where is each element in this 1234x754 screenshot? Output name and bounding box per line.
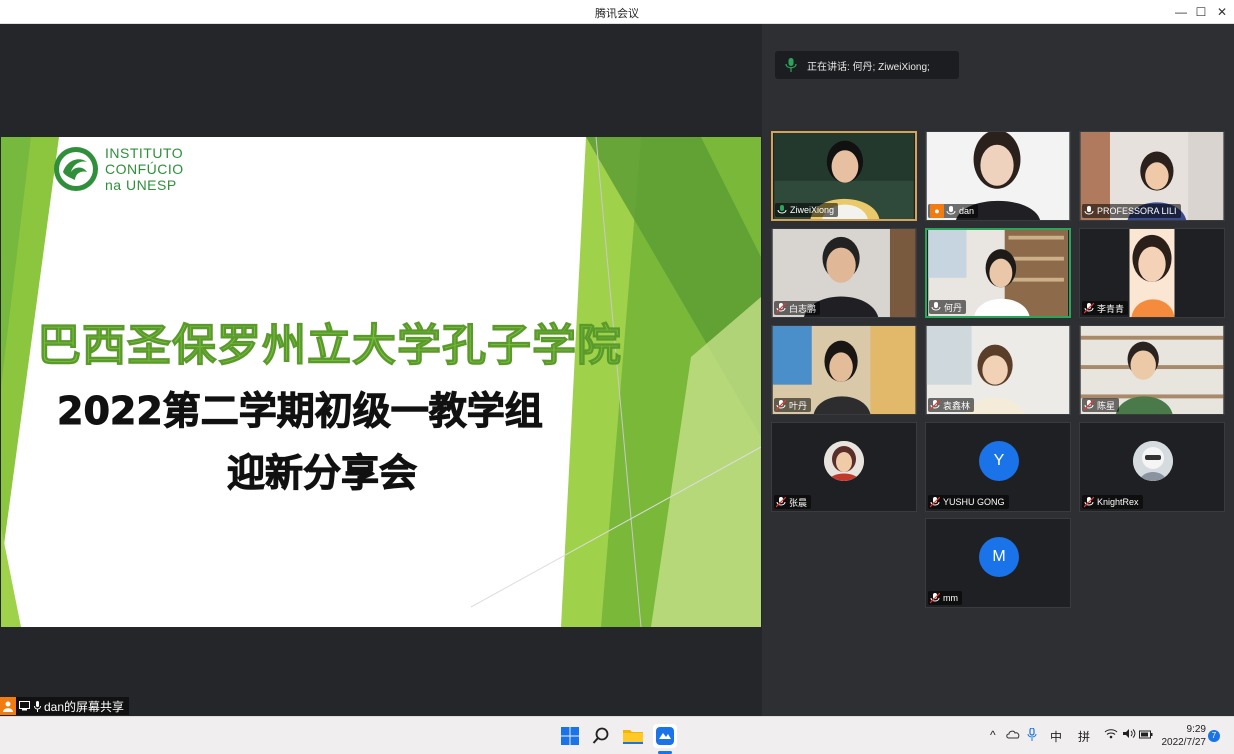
participant-name: YUSHU GONG (943, 497, 1005, 507)
participant-tile[interactable]: 何丹 (925, 228, 1071, 318)
mic-muted-icon (1084, 496, 1094, 507)
mic-muted-icon (776, 302, 786, 313)
tencent-meeting-icon[interactable] (653, 724, 677, 748)
participant-tile[interactable]: 叶丹 (771, 325, 917, 415)
meeting-window: 腾讯会议 — ☐ ✕ INSTITUTO CONFÚCIO na UNESP 巴… (0, 0, 1234, 716)
show-hidden-icons-icon[interactable]: ^ (990, 728, 996, 742)
screen-share-area[interactable]: INSTITUTO CONFÚCIO na UNESP 巴西圣保罗州立大学孔子学… (0, 24, 762, 716)
mic-active-icon (931, 301, 941, 310)
participant-tile[interactable]: 张晨 (771, 422, 917, 512)
clock-date: 2022/7/27 (1161, 737, 1207, 748)
slide-heading: 巴西圣保罗州立大学孔子学院 (37, 320, 622, 372)
taskbar: ^ 中 拼 9:29 2022/7/27 7 (0, 716, 1234, 754)
mic-muted-icon (776, 496, 786, 507)
ime-mode-indicator[interactable]: 拼 (1078, 728, 1090, 745)
search-icon[interactable] (589, 724, 613, 748)
participant-tile[interactable]: 李青青 (1079, 228, 1225, 318)
participant-name: PROFESSORA LILI (1097, 206, 1177, 216)
system-clock[interactable]: 9:29 2022/7/27 (1160, 723, 1207, 749)
speaking-indicator: 正在讲话: 何丹; ZiweiXiong; (775, 51, 959, 79)
file-explorer-icon[interactable] (621, 724, 645, 748)
participant-tile[interactable]: ZiweiXiong (771, 131, 917, 221)
participant-tile[interactable]: Y YUSHU GONG (925, 422, 1071, 512)
cloud-icon[interactable] (1006, 728, 1020, 742)
participant-tile[interactable]: ● dan (925, 131, 1071, 221)
participant-tile[interactable]: KnightRex (1079, 422, 1225, 512)
screen-share-owner: dan的屏幕共享 (44, 699, 125, 714)
slide-event-title: 迎新分享会 (226, 451, 418, 496)
participant-tile[interactable]: M mm (925, 518, 1071, 608)
avatar: M (979, 537, 1019, 577)
minimize-button[interactable]: — (1171, 3, 1191, 21)
mic-muted-icon (1084, 399, 1094, 410)
participant-name: KnightRex (1097, 497, 1139, 507)
battery-icon[interactable] (1139, 728, 1153, 742)
participant-name: 袁鑫林 (943, 400, 971, 411)
participant-name: 陈星 (1097, 400, 1116, 411)
slide-subheading: 2022第二学期初级一教学组 (57, 389, 544, 434)
mic-muted-icon (776, 399, 786, 410)
participant-name: 白志鹏 (789, 303, 817, 314)
participant-name: mm (943, 593, 958, 603)
notification-badge[interactable]: 7 (1208, 730, 1220, 742)
maximize-button[interactable]: ☐ (1191, 3, 1211, 21)
logo-line-3: na UNESP (105, 177, 177, 193)
speaking-mic-icon (785, 58, 797, 72)
participant-name: dan (959, 206, 975, 216)
participant-name: 叶丹 (789, 400, 808, 411)
screen-share-icon (16, 697, 32, 715)
participant-name: 李青青 (1097, 303, 1125, 314)
avatar (824, 441, 864, 481)
mic-active-icon (777, 204, 787, 213)
window-title: 腾讯会议 (595, 8, 639, 20)
participant-name: 何丹 (944, 302, 963, 313)
participant-tile[interactable]: PROFESSORA LILI (1079, 131, 1225, 221)
mic-muted-icon (930, 592, 940, 603)
ime-language-indicator[interactable]: 中 (1050, 728, 1062, 745)
shared-slide: INSTITUTO CONFÚCIO na UNESP 巴西圣保罗州立大学孔子学… (1, 137, 761, 627)
logo-line-2: CONFÚCIO (105, 161, 184, 177)
microphone-icon[interactable] (1027, 727, 1037, 744)
participant-tile[interactable]: 白志鹏 (771, 228, 917, 318)
participant-tile[interactable]: 陈星 (1079, 325, 1225, 415)
mic-muted-icon (1084, 302, 1094, 313)
clock-time: 9:29 (1186, 724, 1206, 735)
close-button[interactable]: ✕ (1212, 3, 1232, 21)
logo-line-1: INSTITUTO (105, 145, 184, 161)
screen-share-label[interactable]: dan的屏幕共享 (0, 697, 130, 715)
logo-emblem-icon (54, 147, 98, 191)
speaking-names: 正在讲话: 何丹; ZiweiXiong; (807, 61, 930, 73)
mic-muted-icon (930, 496, 940, 507)
volume-icon[interactable] (1122, 728, 1136, 742)
avatar (1133, 441, 1173, 481)
mic-icon (32, 697, 42, 715)
mic-icon (946, 205, 956, 214)
avatar: Y (979, 441, 1019, 481)
mic-icon (1084, 205, 1094, 214)
participant-gallery: 正在讲话: 何丹; ZiweiXiong; ZiweiXiong ● dan P… (762, 24, 1234, 716)
host-icon: ● (930, 204, 944, 218)
mic-muted-icon (930, 399, 940, 410)
host-icon (0, 697, 16, 715)
windows-start-icon[interactable] (558, 724, 582, 748)
wifi-icon[interactable] (1104, 728, 1118, 742)
confucius-institute-logo: INSTITUTO CONFÚCIO na UNESP (53, 145, 184, 193)
participant-name: ZiweiXiong (790, 205, 835, 215)
participant-name: 张晨 (789, 497, 808, 508)
title-bar: 腾讯会议 — ☐ ✕ (0, 0, 1234, 24)
participant-tile[interactable]: 袁鑫林 (925, 325, 1071, 415)
